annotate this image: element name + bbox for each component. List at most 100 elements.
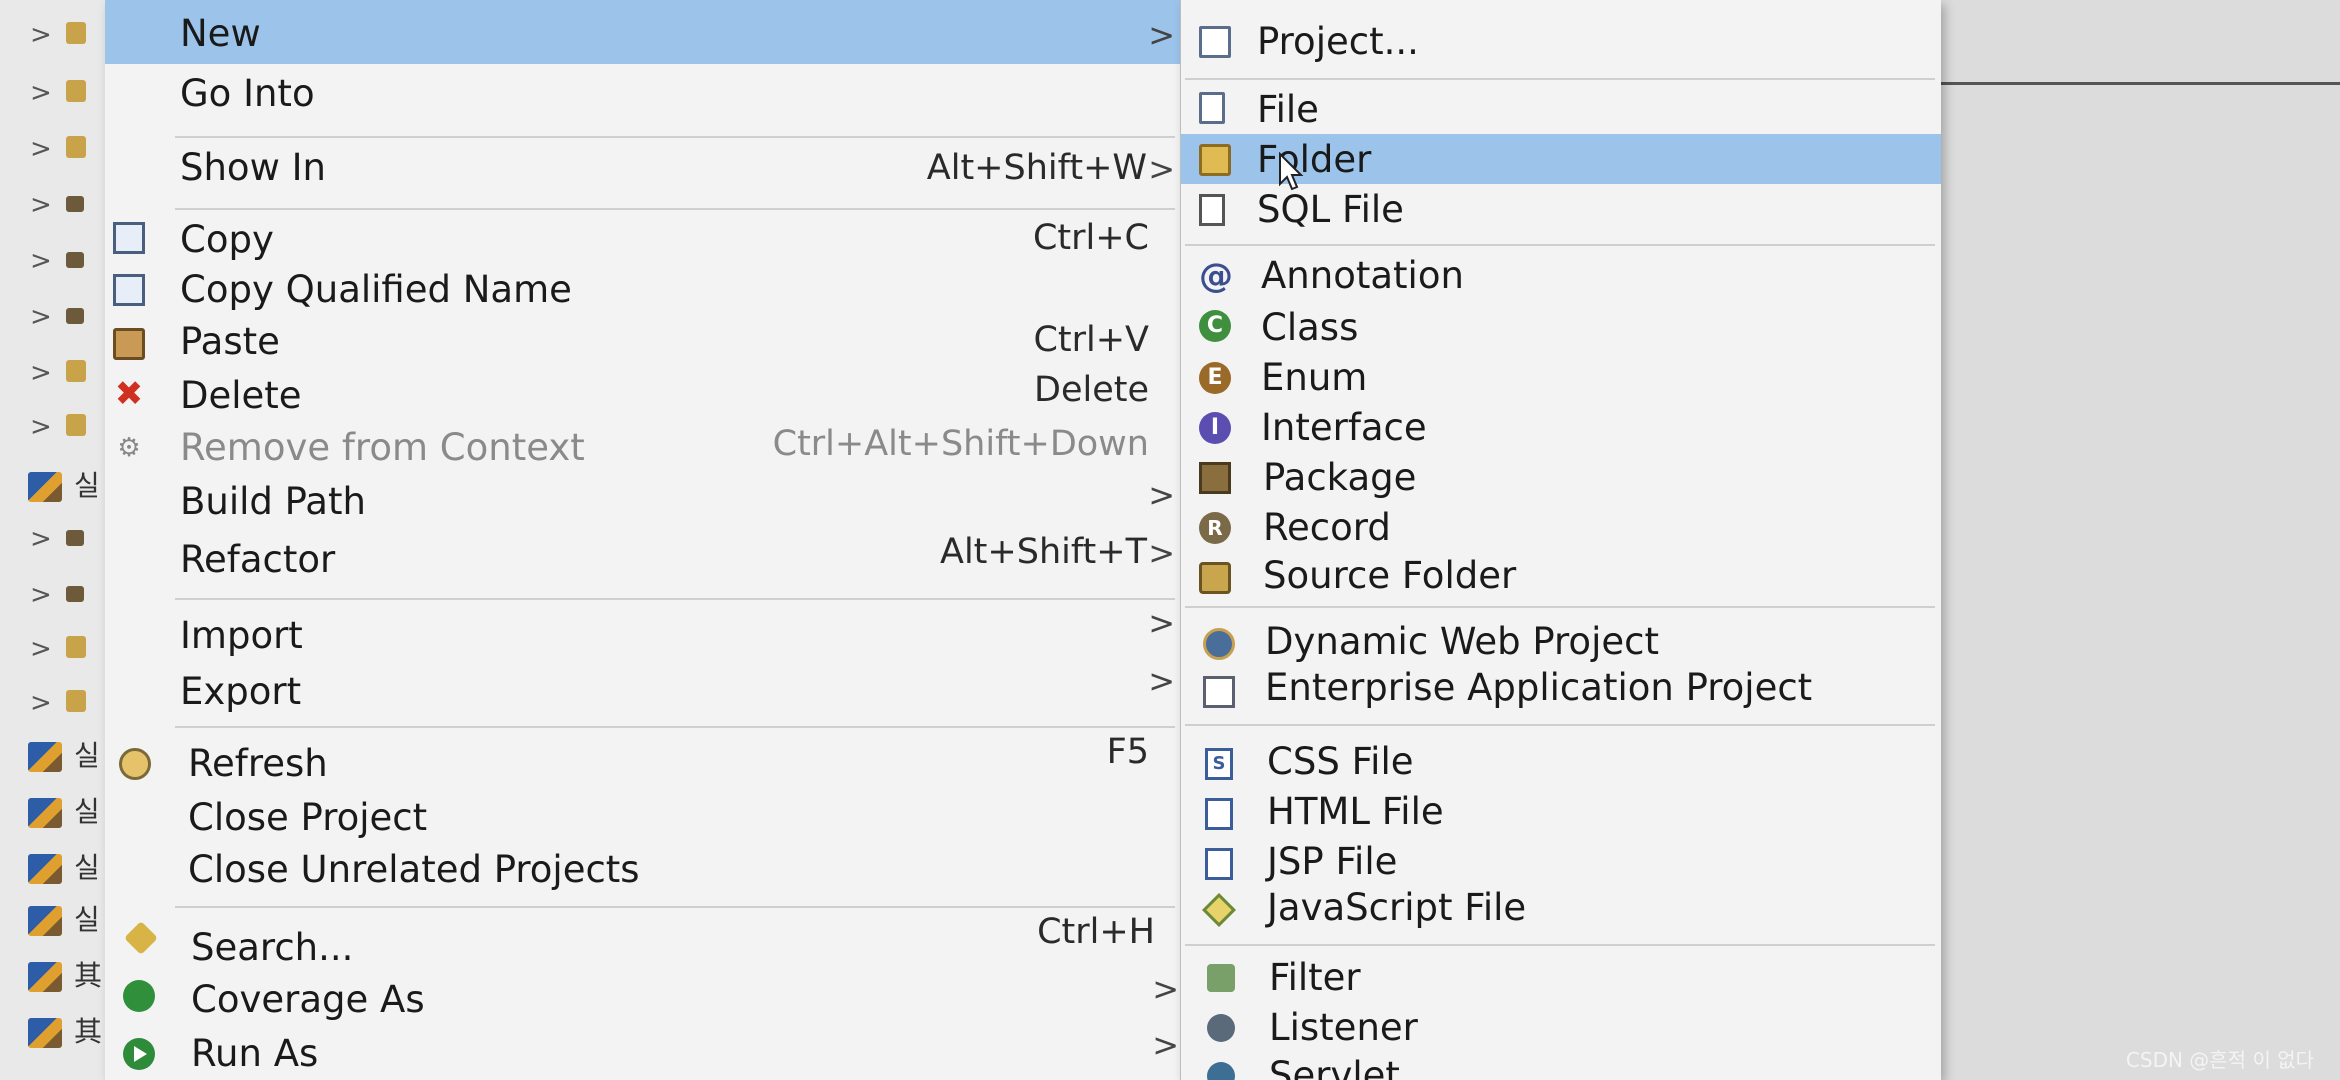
- expand-arrow-icon[interactable]: >: [30, 688, 52, 718]
- menu-item-refresh[interactable]: Refresh F5: [105, 732, 1185, 788]
- jsp-file-icon: [1205, 848, 1233, 880]
- separator: [175, 208, 1175, 210]
- tree-row-project[interactable]: 실: [0, 728, 110, 778]
- menu-item-paste[interactable]: Paste Ctrl+V: [105, 316, 1185, 368]
- submenu-item-label: Folder: [1257, 138, 1372, 181]
- tree-row[interactable]: >: [0, 8, 110, 58]
- submenu-item-listener[interactable]: Listener: [1181, 1002, 1941, 1052]
- project-label: 실: [74, 851, 100, 884]
- remove-context-icon: ⚙: [117, 433, 141, 463]
- submenu-item-label: Class: [1261, 306, 1359, 349]
- submenu-item-enum[interactable]: E Enum: [1181, 350, 1941, 400]
- menu-item-search[interactable]: Search... Ctrl+H: [105, 912, 1185, 969]
- menu-item-remove-from-context[interactable]: ⚙ Remove from Context Ctrl+Alt+Shift+Dow…: [105, 420, 1185, 474]
- submenu-item-project[interactable]: Project...: [1181, 12, 1941, 72]
- expand-arrow-icon[interactable]: >: [30, 580, 52, 610]
- submenu-item-label: File: [1257, 88, 1319, 131]
- submenu-item-css-file[interactable]: S CSS File: [1181, 734, 1941, 784]
- tree-row[interactable]: >: [0, 178, 110, 228]
- submenu-item-file[interactable]: File: [1181, 86, 1941, 134]
- expand-arrow-icon[interactable]: >: [30, 20, 52, 50]
- package-icon: [66, 586, 84, 602]
- menu-item-label: Coverage As: [191, 978, 425, 1021]
- expand-arrow-icon[interactable]: >: [30, 634, 52, 664]
- submenu-item-label: Source Folder: [1263, 554, 1517, 597]
- refresh-icon: [119, 748, 151, 780]
- submenu-item-record[interactable]: R Record: [1181, 500, 1941, 550]
- package-icon: [66, 252, 84, 268]
- copy-qualified-name-icon: [113, 274, 145, 306]
- tree-row[interactable]: >: [0, 568, 110, 618]
- expand-arrow-icon[interactable]: >: [30, 524, 52, 554]
- expand-arrow-icon[interactable]: >: [30, 302, 52, 332]
- submenu-item-class[interactable]: C Class: [1181, 300, 1941, 350]
- shortcut-text: Ctrl+C: [1032, 218, 1149, 258]
- submenu-item-servlet[interactable]: Servlet: [1181, 1052, 1941, 1080]
- submenu-item-label: CSS File: [1267, 740, 1414, 783]
- menu-item-copy[interactable]: Copy Ctrl+C: [105, 214, 1185, 264]
- expand-arrow-icon[interactable]: >: [30, 412, 52, 442]
- expand-arrow-icon[interactable]: >: [30, 190, 52, 220]
- project-explorer-tree: > > > > > > > > 실 > > > > 실 실 실 실 其 其: [0, 0, 110, 1080]
- menu-item-refactor[interactable]: Refactor Alt+Shift+T >: [105, 530, 1185, 586]
- menu-item-new[interactable]: New >: [105, 0, 1185, 64]
- expand-arrow-icon[interactable]: >: [30, 78, 52, 108]
- menu-item-close-project[interactable]: Close Project: [105, 788, 1185, 842]
- package-icon: [66, 308, 84, 324]
- menu-item-close-unrelated-projects[interactable]: Close Unrelated Projects: [105, 842, 1185, 898]
- tree-row-project[interactable]: 실: [0, 840, 110, 890]
- separator: [1185, 244, 1935, 246]
- submenu-item-dynamic-web-project[interactable]: Dynamic Web Project: [1181, 612, 1941, 666]
- submenu-item-filter[interactable]: Filter: [1181, 950, 1941, 1002]
- project-label: 실: [74, 739, 100, 772]
- enterprise-project-icon: [1203, 676, 1235, 708]
- expand-arrow-icon[interactable]: >: [30, 134, 52, 164]
- chevron-right-icon: >: [1148, 534, 1175, 572]
- context-menu: New > Go Into Show In Alt+Shift+W > Copy…: [105, 0, 1187, 1080]
- submenu-item-jsp-file[interactable]: JSP File: [1181, 834, 1941, 884]
- submenu-item-label: JavaScript File: [1267, 886, 1527, 929]
- watermark-text: CSDN @흔적 이 없다: [2125, 1048, 2314, 1072]
- tree-row[interactable]: >: [0, 290, 110, 340]
- menu-item-export[interactable]: Export >: [105, 662, 1185, 720]
- menu-item-import[interactable]: Import >: [105, 604, 1185, 662]
- submenu-item-html-file[interactable]: HTML File: [1181, 784, 1941, 834]
- submenu-item-annotation[interactable]: @ Annotation: [1181, 250, 1941, 300]
- tree-row-project[interactable]: 실: [0, 892, 110, 942]
- tree-row[interactable]: >: [0, 234, 110, 284]
- expand-arrow-icon[interactable]: >: [30, 246, 52, 276]
- tree-row-project[interactable]: 실: [0, 784, 110, 834]
- menu-item-delete[interactable]: ✖ Delete Delete: [105, 368, 1185, 420]
- menu-item-run-as[interactable]: Run As >: [105, 1022, 1185, 1080]
- tree-row-project[interactable]: 其: [0, 948, 110, 998]
- menu-item-coverage-as[interactable]: Coverage As >: [105, 966, 1185, 1022]
- tree-row[interactable]: >: [0, 676, 110, 726]
- tree-row-project[interactable]: 실: [0, 458, 110, 508]
- tree-row[interactable]: >: [0, 512, 110, 562]
- separator: [175, 726, 1175, 728]
- submenu-item-javascript-file[interactable]: JavaScript File: [1181, 884, 1941, 934]
- menu-item-show-in[interactable]: Show In Alt+Shift+W >: [105, 140, 1185, 196]
- menu-item-copy-qualified-name[interactable]: Copy Qualified Name: [105, 264, 1185, 316]
- tree-row[interactable]: >: [0, 346, 110, 396]
- expand-arrow-icon[interactable]: >: [30, 358, 52, 388]
- tree-row[interactable]: >: [0, 66, 110, 116]
- submenu-item-package[interactable]: Package: [1181, 450, 1941, 500]
- project-label: 其: [74, 959, 103, 992]
- submenu-item-interface[interactable]: I Interface: [1181, 400, 1941, 450]
- menu-item-label: Refactor: [180, 538, 336, 581]
- separator: [175, 906, 1175, 908]
- delete-icon: ✖: [114, 374, 144, 414]
- submenu-item-source-folder[interactable]: Source Folder: [1181, 550, 1941, 600]
- submenu-item-label: JSP File: [1267, 840, 1398, 883]
- tree-row[interactable]: >: [0, 400, 110, 450]
- chevron-right-icon: >: [1148, 662, 1175, 700]
- submenu-item-enterprise-application-project[interactable]: Enterprise Application Project: [1181, 666, 1941, 716]
- menu-item-go-into[interactable]: Go Into: [105, 64, 1185, 124]
- project-label: 실: [74, 903, 100, 936]
- tree-row-project[interactable]: 其: [0, 1004, 110, 1054]
- tree-row[interactable]: >: [0, 122, 110, 172]
- submenu-item-label: HTML File: [1267, 790, 1444, 833]
- tree-row[interactable]: >: [0, 622, 110, 672]
- menu-item-build-path[interactable]: Build Path >: [105, 474, 1185, 530]
